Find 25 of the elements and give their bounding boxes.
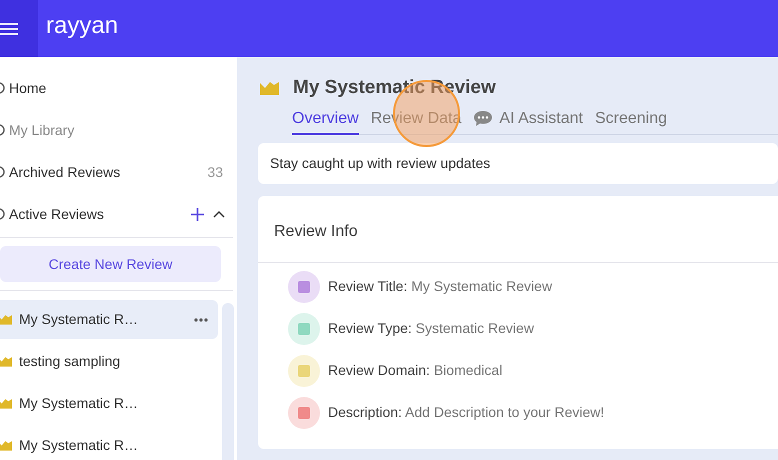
collapse-icon[interactable] (213, 210, 225, 218)
scrollbar-track[interactable] (222, 303, 234, 460)
card-title: Review Info (273, 222, 359, 242)
section-label[interactable]: Active Reviews (9, 204, 191, 224)
create-review-button[interactable]: Create New Review (0, 246, 221, 282)
info-text: Description: Add Description to your Review! (328, 403, 604, 422)
review-list-item[interactable]: My Systematic R… (0, 384, 218, 423)
info-text: Review Domain: Biomedical (328, 361, 502, 380)
info-text: Review Title: My Systematic Review (328, 277, 552, 296)
tab[interactable]: AI Assistant (473, 106, 583, 134)
chat-icon (473, 110, 494, 127)
tab[interactable]: Overview (292, 106, 359, 134)
info-text: Review Type: Systematic Review (328, 319, 534, 338)
nav-item[interactable]: Archived Reviews (9, 162, 208, 182)
menu-icon[interactable] (0, 22, 18, 36)
review-list-item[interactable]: My Systematic R… (0, 300, 218, 339)
updates-banner-text: Stay caught up with review updates (270, 154, 490, 173)
add-icon[interactable] (191, 208, 204, 220)
review-list-item[interactable]: My Systematic R… (0, 426, 218, 460)
review-count: 33 (207, 162, 223, 182)
review-list-item[interactable]: testing sampling (0, 342, 218, 381)
logo: rayyan (46, 11, 118, 41)
nav-item[interactable]: Home (9, 78, 223, 98)
tab[interactable]: Screening (594, 106, 668, 134)
more-icon[interactable] (194, 318, 208, 322)
